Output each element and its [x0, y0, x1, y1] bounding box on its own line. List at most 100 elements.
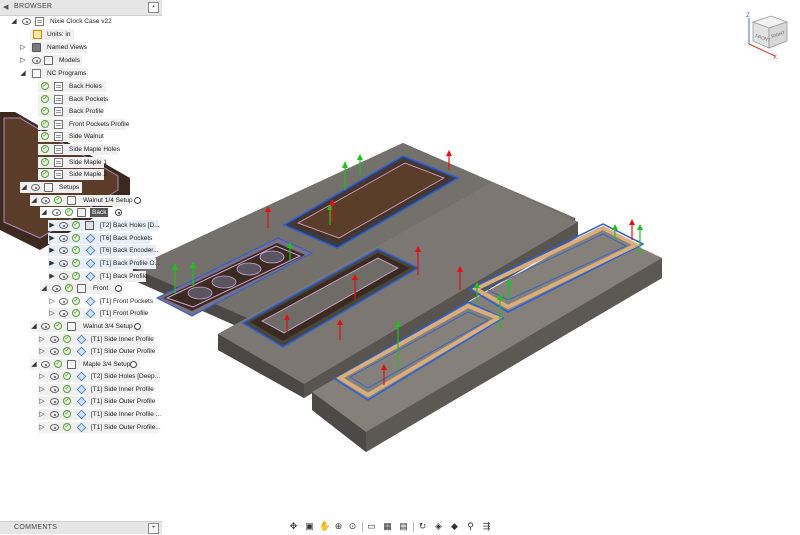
- tree-item-document[interactable]: ◢ Nixie Clock Case v22: [0, 16, 162, 27]
- collapse-triangle-icon[interactable]: ◢: [30, 195, 38, 206]
- visibility-eye-icon[interactable]: [50, 373, 59, 380]
- operation-item[interactable]: ▷ ✓ [T2] Side Holes [Deep...: [0, 371, 162, 382]
- operation-item[interactable]: ▷ ✓ [T1] Side Inner Profile ...: [0, 409, 162, 420]
- setup-walnut-three-quarter[interactable]: ◢ ✓ Walnut 3/4 Setup: [0, 321, 150, 332]
- expand-triangle-icon[interactable]: ▶: [48, 258, 56, 269]
- viewports-icon[interactable]: ▤: [398, 521, 409, 532]
- operation-item[interactable]: ▶ ✓ [T6] Back Pockets: [0, 233, 160, 244]
- grid-icon[interactable]: ▦: [382, 521, 393, 532]
- look-at-icon[interactable]: ▣: [304, 521, 315, 532]
- simulate-icon[interactable]: ↻: [417, 521, 428, 532]
- visibility-eye-icon[interactable]: [32, 57, 41, 64]
- nc-program-item[interactable]: ✓ Back Holes: [0, 81, 140, 92]
- collapse-triangle-icon[interactable]: ◢: [10, 16, 18, 27]
- collapse-triangle-icon[interactable]: ◢: [40, 283, 48, 294]
- visibility-eye-icon[interactable]: [50, 386, 59, 393]
- view-cube[interactable]: Z X FRONT RIGHT: [743, 8, 793, 60]
- tree-item-models[interactable]: ▷ Models: [0, 55, 100, 66]
- visibility-eye-icon[interactable]: [59, 310, 68, 317]
- operation-item[interactable]: ▷ ✓ [T1] Front Pockets: [0, 296, 160, 307]
- expand-triangle-icon[interactable]: ▶: [48, 271, 56, 282]
- setup-walnut-quarter[interactable]: ◢ ✓ Walnut 1/4 Setup: [0, 195, 150, 206]
- fit-icon[interactable]: ⊙: [347, 521, 358, 532]
- operation-item[interactable]: ▷ ✓ [T1] Side Outer Profile: [0, 396, 162, 407]
- visibility-eye-icon[interactable]: [50, 411, 59, 418]
- panel-toggle-icon[interactable]: +: [148, 523, 159, 534]
- tree-item-nc-programs[interactable]: ◢ NC Programs: [0, 68, 100, 79]
- expand-triangle-icon[interactable]: ▷: [38, 396, 46, 407]
- visibility-eye-icon[interactable]: [22, 18, 31, 25]
- collapse-triangle-icon[interactable]: ◢: [40, 207, 48, 218]
- visibility-eye-icon[interactable]: [59, 247, 68, 254]
- expand-triangle-icon[interactable]: ▷: [38, 384, 46, 395]
- nc-program-item[interactable]: ✓ Back Pockets: [0, 94, 140, 105]
- operation-item[interactable]: ▷ ✓ [T1] Front Profile: [0, 308, 160, 319]
- operation-item[interactable]: ▶ ✓ [T6] Back Encoder...: [0, 245, 160, 256]
- tree-item-named-views[interactable]: ▷ Named Views: [0, 42, 100, 53]
- setup-maple-three-quarter[interactable]: ◢ ✓ Maple 3/4 Setup: [0, 359, 150, 370]
- nc-program-item[interactable]: ✓ Back Profile: [0, 106, 140, 117]
- collapse-icon[interactable]: ◀: [3, 3, 8, 11]
- expand-triangle-icon[interactable]: ▷: [38, 371, 46, 382]
- folder-name-input[interactable]: Back: [90, 208, 109, 217]
- operation-item[interactable]: ▷ ✓ [T1] Side Inner Profile: [0, 384, 162, 395]
- nc-program-item[interactable]: ✓ Side Maple 2: [0, 169, 140, 180]
- collapse-triangle-icon[interactable]: ◢: [19, 68, 27, 79]
- visibility-eye-icon[interactable]: [52, 209, 61, 216]
- activate-radio[interactable]: [134, 197, 141, 204]
- operation-item[interactable]: ▶ ✓ [T1] Back Profile O...: [0, 258, 160, 269]
- stock-icon[interactable]: ◆: [449, 521, 460, 532]
- visibility-eye-icon[interactable]: [52, 285, 61, 292]
- visibility-eye-icon[interactable]: [41, 197, 50, 204]
- visibility-eye-icon[interactable]: [59, 235, 68, 242]
- expand-triangle-icon[interactable]: ▷: [19, 55, 27, 66]
- visibility-eye-icon[interactable]: [50, 336, 59, 343]
- expand-triangle-icon[interactable]: ▷: [48, 308, 56, 319]
- activate-radio[interactable]: [115, 285, 122, 292]
- activate-radio[interactable]: [115, 209, 122, 216]
- collapse-triangle-icon[interactable]: ◢: [30, 359, 38, 370]
- nc-program-item[interactable]: ✓ Front Pockets Profile: [0, 119, 140, 130]
- nc-program-item[interactable]: ✓ Side Walnut: [0, 131, 140, 142]
- operation-item[interactable]: ▷ ✓ [T1] Side Outer Profile...: [0, 422, 162, 433]
- pan-icon[interactable]: ✋: [319, 521, 330, 532]
- panel-toggle-icon[interactable]: ▪: [148, 2, 159, 13]
- expand-triangle-icon[interactable]: ▶: [48, 220, 56, 231]
- folder-back[interactable]: ◢ ✓ Back: [0, 207, 150, 218]
- toolpath-icon[interactable]: ⇶: [481, 521, 492, 532]
- comments-panel[interactable]: COMMENTS +: [0, 521, 162, 534]
- nc-program-item[interactable]: ✓ Side Maple Holes: [0, 144, 140, 155]
- collapse-triangle-icon[interactable]: ◢: [20, 182, 28, 193]
- folder-front[interactable]: ◢ ✓ Front: [0, 283, 150, 294]
- orbit-icon[interactable]: ✥: [288, 521, 299, 532]
- visibility-eye-icon[interactable]: [41, 323, 50, 330]
- collapse-triangle-icon[interactable]: ◢: [30, 321, 38, 332]
- activate-radio[interactable]: [130, 361, 137, 368]
- tree-item-setups[interactable]: ◢ Setups: [0, 182, 140, 193]
- expand-triangle-icon[interactable]: ▷: [38, 422, 46, 433]
- expand-triangle-icon[interactable]: ▶: [48, 245, 56, 256]
- visibility-eye-icon[interactable]: [50, 398, 59, 405]
- operation-item[interactable]: ▷ ✓ [T1] Side Outer Profile: [0, 346, 160, 357]
- expand-triangle-icon[interactable]: ▷: [48, 296, 56, 307]
- expand-triangle-icon[interactable]: ▷: [38, 334, 46, 345]
- tool-icon[interactable]: ⚲: [465, 521, 476, 532]
- operation-item[interactable]: ▶ ✓ [T1] Back Profile: [0, 271, 160, 282]
- visibility-eye-icon[interactable]: [50, 348, 59, 355]
- display-settings-icon[interactable]: ▭: [366, 521, 377, 532]
- sections-icon[interactable]: ◈: [433, 521, 444, 532]
- zoom-icon[interactable]: ⊕: [333, 521, 344, 532]
- expand-triangle-icon[interactable]: ▷: [38, 409, 46, 420]
- activate-radio[interactable]: [134, 323, 141, 330]
- visibility-eye-icon[interactable]: [59, 273, 68, 280]
- expand-triangle-icon[interactable]: ▷: [19, 42, 27, 53]
- visibility-eye-icon[interactable]: [59, 260, 68, 267]
- visibility-eye-icon[interactable]: [31, 184, 40, 191]
- expand-triangle-icon[interactable]: ▷: [38, 346, 46, 357]
- tree-item-units[interactable]: Units: in: [0, 29, 80, 40]
- visibility-eye-icon[interactable]: [59, 298, 68, 305]
- operation-item[interactable]: ▶ ✓ [T2] Back Holes [D...: [0, 220, 160, 231]
- expand-triangle-icon[interactable]: ▶: [48, 233, 56, 244]
- visibility-eye-icon[interactable]: [59, 222, 68, 229]
- visibility-eye-icon[interactable]: [41, 361, 50, 368]
